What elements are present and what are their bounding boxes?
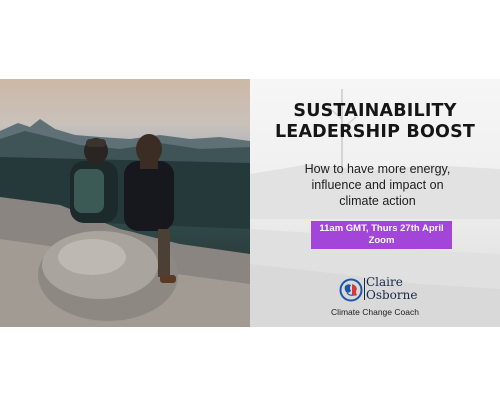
event-time: 11am GMT, Thurs 27th April xyxy=(319,223,444,234)
logo-name-line-2: Osborne xyxy=(366,287,418,302)
logo-name-line-1: Claire xyxy=(366,275,403,289)
event-info-panel: SUSTAINABILITY LEADERSHIP BOOST How to h… xyxy=(250,79,500,327)
coach-tagline: Climate Change Coach xyxy=(331,307,419,317)
event-location: Zoom xyxy=(368,235,395,246)
event-subtitle-line-1: How to have more energy, xyxy=(304,162,451,176)
globe-logo-icon xyxy=(339,278,363,302)
event-title-line-2: LEADERSHIP BOOST xyxy=(274,122,476,142)
mountain-scene-image xyxy=(0,119,250,327)
event-title-line-1: SUSTAINABILITY xyxy=(293,101,457,121)
hero-photo xyxy=(0,79,250,327)
event-subtitle-line-2: influence and impact on xyxy=(311,178,444,192)
coach-logo: Claire Osborne xyxy=(339,276,429,304)
event-subtitle: How to have more energy, influence and i… xyxy=(290,161,465,209)
event-title: SUSTAINABILITY LEADERSHIP BOOST xyxy=(250,101,500,143)
logo-wordmark: Claire Osborne xyxy=(366,276,417,301)
logo-divider xyxy=(364,278,365,300)
event-banner: SUSTAINABILITY LEADERSHIP BOOST How to h… xyxy=(0,79,500,327)
event-details-badge: 11am GMT, Thurs 27th April Zoom xyxy=(311,221,452,249)
event-subtitle-line-3: climate action xyxy=(339,194,416,208)
